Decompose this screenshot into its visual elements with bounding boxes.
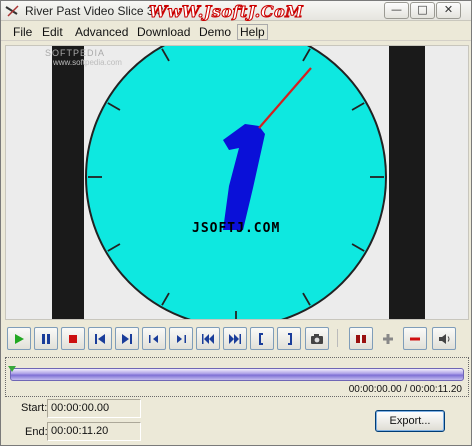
snapshot-camera-icon: [311, 333, 323, 344]
minimize-button[interactable]: —: [384, 2, 409, 19]
close-button[interactable]: ✕: [436, 2, 461, 19]
toolbar-separator: [337, 329, 338, 347]
fast-forward-icon: [229, 333, 241, 344]
fast-forward-button[interactable]: [223, 327, 247, 350]
pause-icon: [42, 333, 50, 344]
menu-file[interactable]: File: [13, 25, 32, 39]
add-button[interactable]: [376, 327, 400, 350]
add-icon: [383, 333, 393, 344]
pause-button[interactable]: [34, 327, 58, 350]
play-button[interactable]: [7, 327, 31, 350]
volume-icon: [439, 333, 450, 344]
maximize-button[interactable]: □: [410, 2, 435, 19]
video-preview[interactable]: JSOFTJ.COM: [5, 45, 469, 320]
previous-frame-button[interactable]: [142, 327, 166, 350]
softpedia-url: www.softpedia.com: [53, 58, 122, 67]
rewind-button[interactable]: [196, 327, 220, 350]
menu-bar: File Edit Advanced Download Demo Help: [1, 22, 471, 41]
menu-advanced[interactable]: Advanced: [75, 25, 128, 39]
app-icon: [5, 5, 19, 17]
playback-toolbar: [1, 323, 472, 353]
go-to-end-button[interactable]: [115, 327, 139, 350]
title-bar[interactable]: River Past Video Slice 3.3 WwW.JsoftJ.Co…: [1, 1, 471, 22]
go-to-start-icon: [95, 333, 105, 344]
menu-demo[interactable]: Demo: [199, 25, 231, 39]
set-start-marker-button[interactable]: [250, 327, 274, 350]
remove-button[interactable]: [403, 327, 427, 350]
snapshot-button[interactable]: [305, 327, 329, 350]
go-to-start-button[interactable]: [88, 327, 112, 350]
volume-button[interactable]: [432, 327, 456, 350]
set-end-marker-button[interactable]: [277, 327, 301, 350]
video-overlay-text: JSOFTJ.COM: [192, 221, 281, 236]
main-window: River Past Video Slice 3.3 WwW.JsoftJ.Co…: [0, 0, 472, 446]
previous-frame-icon: [149, 334, 158, 343]
rewind-icon: [202, 333, 214, 344]
letterbox-right: [389, 46, 425, 319]
window-title: River Past Video Slice 3.3: [25, 4, 164, 18]
timecode-display: 00:00:00.00 / 00:00:11.20: [348, 384, 462, 395]
letterbox-left: [52, 46, 84, 319]
watermark-logo: WwW.JsoftJ.CoM: [148, 2, 304, 22]
next-frame-button[interactable]: [169, 327, 193, 350]
playhead-marker[interactable]: [8, 366, 16, 372]
end-time-field[interactable]: 00:00:11.20: [47, 422, 141, 441]
go-to-end-icon: [122, 333, 132, 344]
timeline-panel: 00:00:00.00 / 00:00:11.20: [5, 357, 469, 397]
export-button[interactable]: Export...: [375, 410, 445, 432]
split-icon: [356, 333, 366, 344]
remove-icon: [410, 337, 420, 340]
stop-button[interactable]: [61, 327, 85, 350]
menu-edit[interactable]: Edit: [42, 25, 63, 39]
softpedia-logo: SOFTPEDIA: [45, 48, 106, 58]
start-time-field[interactable]: 00:00:00.00: [47, 399, 141, 418]
stop-icon: [69, 334, 77, 343]
menu-help[interactable]: Help: [237, 24, 268, 40]
set-end-marker-icon: [288, 332, 292, 345]
timeline-track[interactable]: [10, 368, 464, 381]
split-button[interactable]: [349, 327, 373, 350]
end-label: End:: [25, 426, 48, 438]
next-frame-icon: [177, 334, 186, 343]
set-start-marker-icon: [259, 332, 263, 345]
clock-frame: [85, 46, 387, 319]
start-label: Start:: [21, 402, 48, 414]
menu-download[interactable]: Download: [137, 25, 190, 39]
play-icon: [15, 333, 24, 344]
